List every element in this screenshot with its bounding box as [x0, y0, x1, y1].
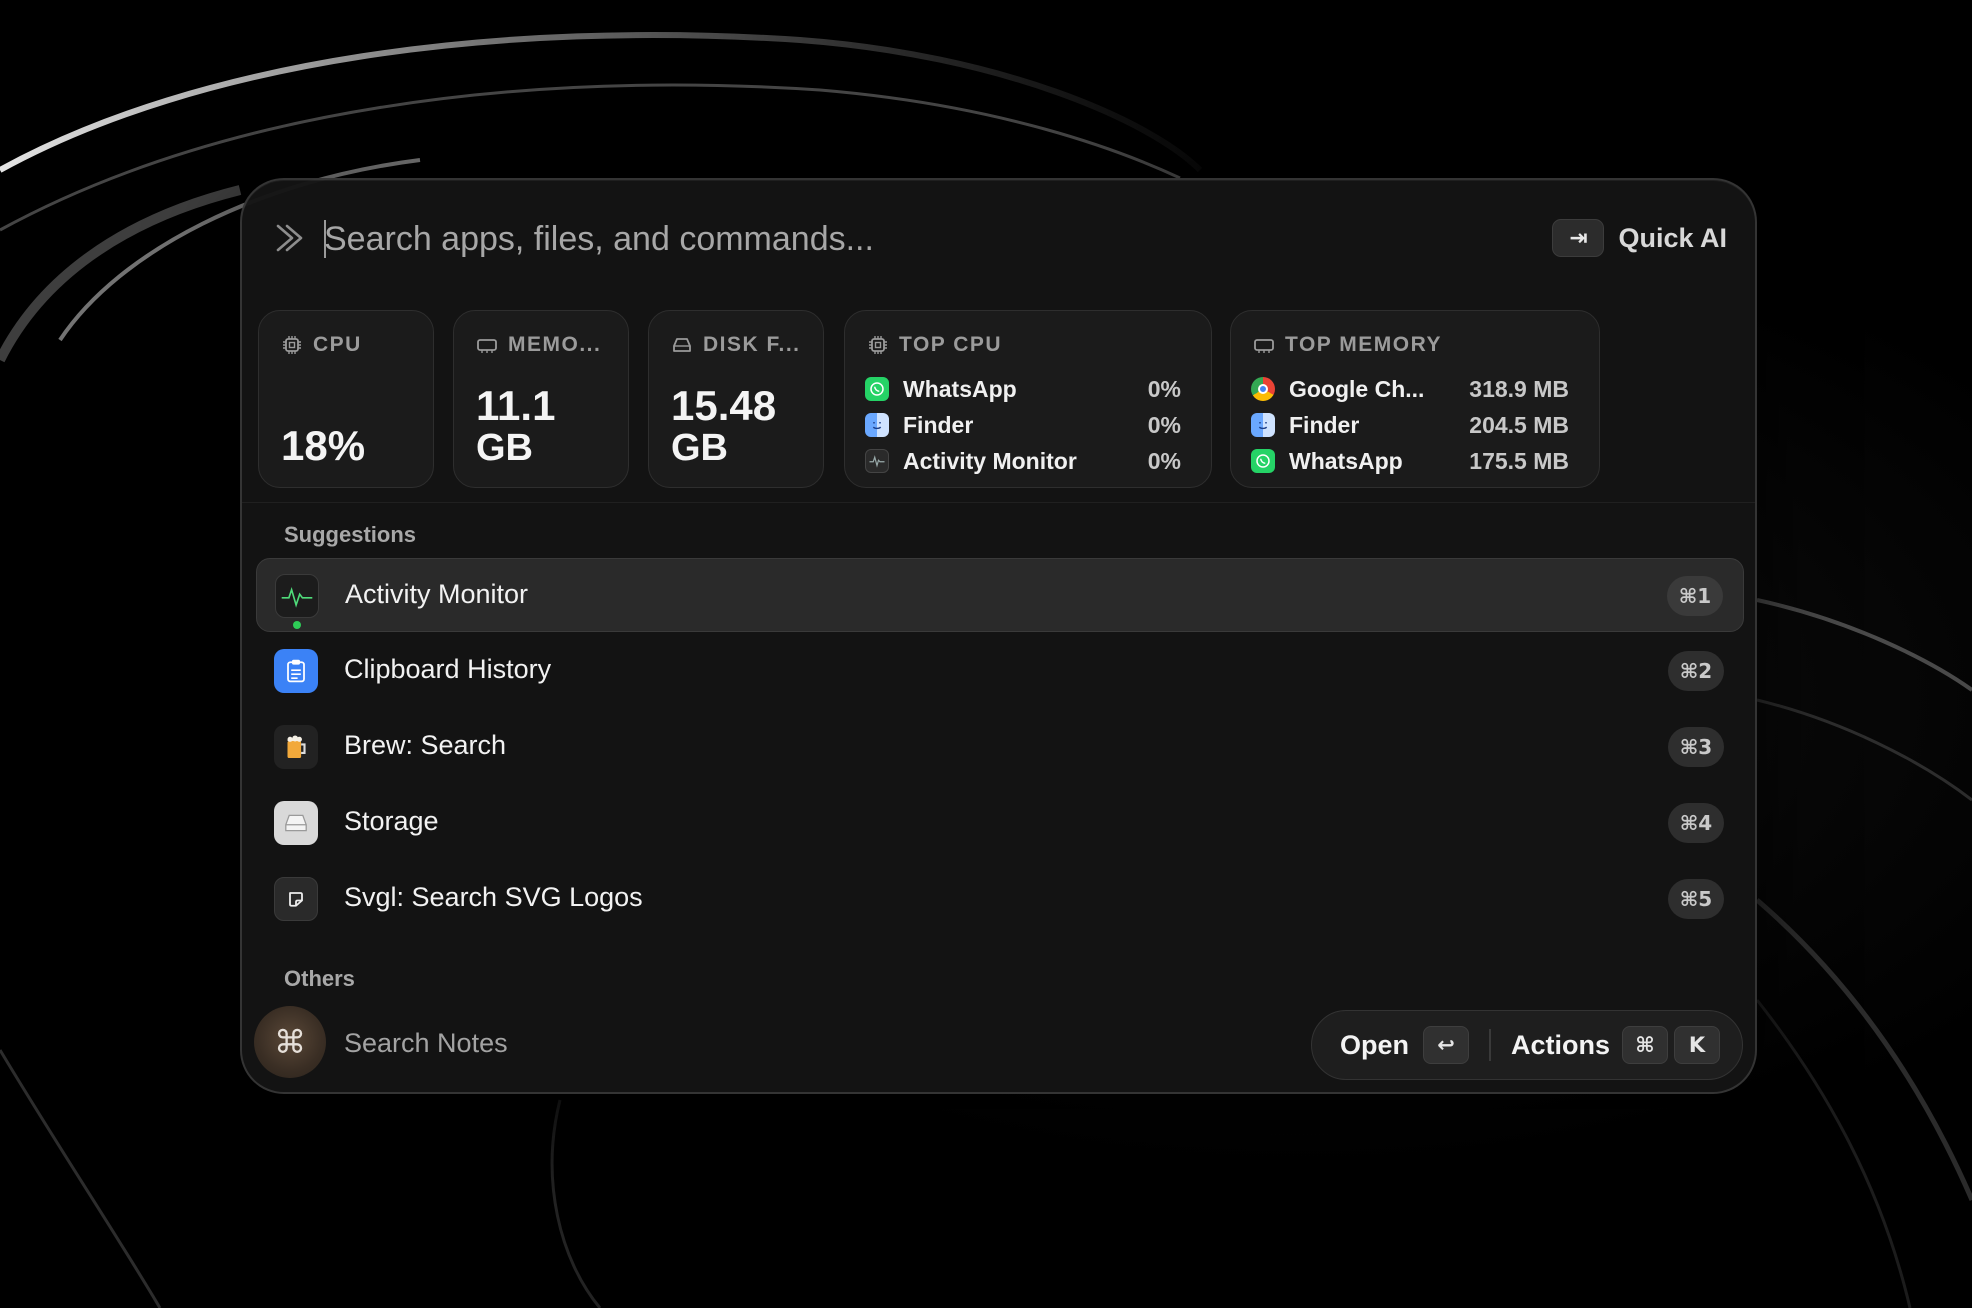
process-name: Finder	[1289, 411, 1360, 438]
memory-value-number: 11.1	[476, 382, 556, 429]
disk-value-number: 15.48	[671, 382, 777, 429]
process-cpu: 0%	[1147, 411, 1181, 438]
finder-icon	[865, 413, 889, 437]
cpu-chip-icon	[283, 336, 301, 354]
shortcut-badge: ⌘3	[1668, 727, 1724, 767]
suggestion-activity-monitor[interactable]: Activity Monitor ⌘1	[256, 558, 1744, 632]
list-item[interactable]: Finder 204.5 MB	[1251, 407, 1569, 443]
action-bar: Open ↩ Actions ⌘ K	[1311, 1010, 1743, 1080]
k-key-badge: K	[1674, 1026, 1721, 1064]
list-item[interactable]: WhatsApp 0%	[865, 371, 1181, 407]
command-key-icon: ⌘	[1622, 1026, 1669, 1064]
tab-key-badge: ⇥	[1552, 219, 1605, 257]
process-name: Finder	[903, 411, 974, 438]
top-memory-list: Google Ch... 318.9 MB Finder 204.5 MB Wh…	[1251, 371, 1569, 479]
shortcut-badge: ⌘2	[1668, 651, 1724, 691]
process-name: Google Ch...	[1289, 375, 1425, 402]
memory-value-unit: GB	[476, 427, 533, 469]
memory-card[interactable]: MEMO... 11.1 GB	[453, 310, 629, 488]
return-key-icon: ↩	[1423, 1026, 1470, 1064]
shortcut-badge: ⌘4	[1668, 803, 1724, 843]
process-name: WhatsApp	[1289, 447, 1403, 474]
actions-button[interactable]: Actions	[1511, 1030, 1610, 1061]
suggestion-clipboard-history[interactable]: Clipboard History ⌘2	[256, 634, 1744, 708]
clipboard-icon	[274, 649, 318, 693]
whatsapp-icon	[1251, 449, 1275, 473]
suggestion-label: Clipboard History	[344, 654, 552, 684]
suggestion-label: Activity Monitor	[345, 579, 529, 609]
process-name: WhatsApp	[903, 375, 1017, 402]
disk-card[interactable]: DISK F... 15.48 GB	[648, 310, 824, 488]
list-item[interactable]: Activity Monitor 0%	[865, 443, 1181, 479]
launcher-window: ⇥ Quick AI CPU 18% MEMO	[240, 178, 1757, 1094]
chevron-right-icon	[276, 224, 303, 252]
cpu-card[interactable]: CPU 18%	[258, 310, 434, 488]
running-indicator	[293, 621, 301, 629]
search-input[interactable]	[324, 210, 1224, 268]
activity-monitor-icon	[865, 449, 889, 473]
list-item[interactable]: WhatsApp 175.5 MB	[1251, 443, 1569, 479]
suggestion-storage[interactable]: Storage ⌘4	[256, 786, 1744, 860]
disk-icon	[673, 338, 691, 352]
chrome-icon	[1251, 377, 1275, 401]
top-cpu-card[interactable]: TOP CPU WhatsApp 0% Finder 0% Activity M…	[844, 310, 1212, 488]
storage-drive-icon	[274, 801, 318, 845]
top-memory-card[interactable]: TOP MEMORY Google Ch... 318.9 MB Finder …	[1230, 310, 1600, 488]
process-cpu: 0%	[1147, 447, 1181, 474]
disk-value-unit: GB	[671, 427, 728, 469]
disk-title: DISK F...	[703, 333, 801, 356]
others-heading: Others	[284, 966, 355, 991]
open-button[interactable]: Open	[1340, 1030, 1409, 1061]
cpu-value: 18%	[281, 422, 366, 469]
memory-icon	[1254, 339, 1274, 353]
process-memory: 318.9 MB	[1469, 375, 1569, 402]
shortcut-badge: ⌘1	[1667, 576, 1723, 616]
svgl-icon	[274, 877, 318, 921]
suggestion-label: Svgl: Search SVG Logos	[344, 882, 643, 912]
list-item[interactable]: Google Ch... 318.9 MB	[1251, 371, 1569, 407]
activity-monitor-icon	[275, 574, 319, 618]
section-divider	[242, 502, 1755, 503]
cpu-chip-icon	[869, 336, 887, 354]
whatsapp-icon	[865, 377, 889, 401]
process-name: Activity Monitor	[903, 447, 1077, 474]
suggestion-label: Storage	[344, 806, 439, 836]
process-cpu: 0%	[1147, 375, 1181, 402]
finder-icon	[1251, 413, 1275, 437]
cpu-title: CPU	[313, 333, 362, 356]
search-notes-item[interactable]: Search Notes	[344, 1028, 508, 1059]
suggestion-brew-search[interactable]: Brew: Search ⌘3	[256, 710, 1744, 784]
action-separator	[1489, 1029, 1492, 1061]
process-memory: 204.5 MB	[1469, 411, 1569, 438]
command-icon[interactable]: ⌘	[254, 1006, 326, 1078]
list-item[interactable]: Finder 0%	[865, 407, 1181, 443]
suggestions-heading: Suggestions	[284, 522, 417, 547]
process-memory: 175.5 MB	[1469, 447, 1569, 474]
quick-ai-button[interactable]: ⇥ Quick AI	[1552, 218, 1727, 258]
beer-mug-icon	[274, 725, 318, 769]
memory-icon	[477, 339, 497, 353]
top-cpu-list: WhatsApp 0% Finder 0% Activity Monitor 0…	[865, 371, 1181, 479]
top-cpu-title: TOP CPU	[899, 333, 1003, 356]
memory-title: MEMO...	[508, 333, 602, 356]
suggestion-svgl-search[interactable]: Svgl: Search SVG Logos ⌘5	[256, 862, 1744, 936]
quick-ai-label: Quick AI	[1618, 222, 1727, 253]
shortcut-badge: ⌘5	[1668, 879, 1724, 919]
suggestion-label: Brew: Search	[344, 730, 507, 760]
top-memory-title: TOP MEMORY	[1285, 333, 1442, 356]
search-bar: ⇥ Quick AI	[242, 180, 1755, 296]
